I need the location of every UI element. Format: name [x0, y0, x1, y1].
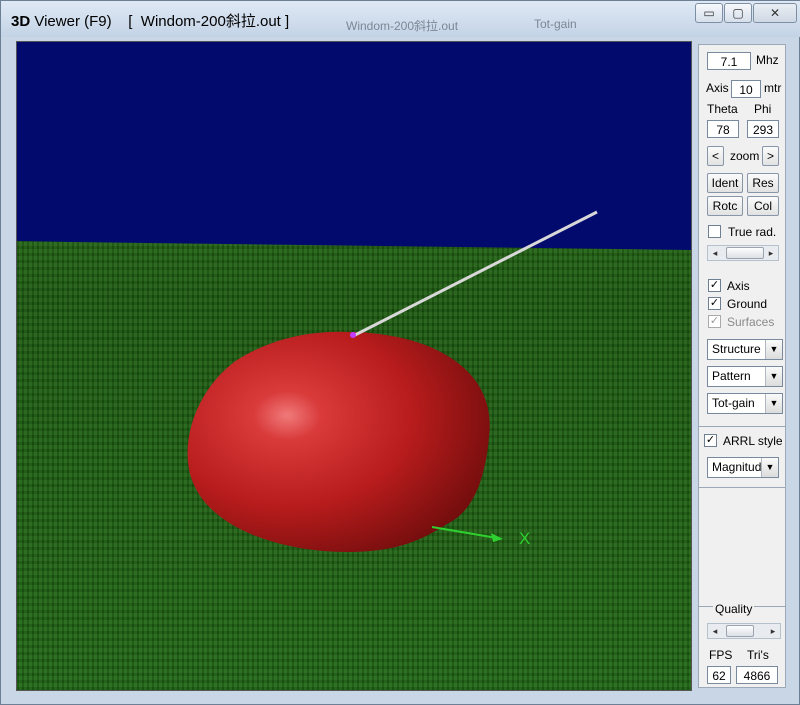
view-mode-value: Structure: [712, 342, 761, 356]
tris-label: Tri's: [747, 648, 769, 662]
axis-check-label: Axis: [727, 279, 750, 293]
res-button[interactable]: Res: [747, 173, 779, 193]
zoom-label: zoom: [730, 149, 760, 163]
ground-checkbox[interactable]: ✓: [708, 297, 721, 310]
true-rad-checkbox[interactable]: [708, 225, 721, 238]
pattern-value: Pattern: [712, 369, 751, 383]
scale-scrollbar[interactable]: ◂ ▸: [707, 245, 779, 261]
axis-length-field[interactable]: 10: [731, 80, 761, 98]
surfaces-checkbox: ✓: [708, 315, 721, 328]
tris-value: 4866: [736, 666, 778, 684]
frequency-field[interactable]: 7.1: [707, 52, 751, 70]
chevron-down-icon[interactable]: ▼: [765, 340, 782, 359]
background-window-ghost-text-2: Tot-gain: [534, 17, 577, 31]
chevron-down-icon[interactable]: ▼: [765, 367, 782, 386]
pattern-select[interactable]: Pattern ▼: [707, 366, 783, 387]
quality-thumb[interactable]: [726, 625, 754, 637]
fps-value: 62: [707, 666, 731, 684]
window-controls: ▭ ▢ ✕: [694, 3, 797, 23]
quality-right-arrow[interactable]: ▸: [766, 624, 780, 638]
arrl-style-checkbox[interactable]: ✓: [704, 434, 717, 447]
feed-point-marker: [350, 332, 356, 338]
axis-length-unit: mtr: [764, 81, 782, 95]
radiation-pattern: [187, 331, 490, 552]
scroll-left-arrow[interactable]: ◂: [708, 246, 722, 260]
quality-left-arrow[interactable]: ◂: [708, 624, 722, 638]
rotc-button[interactable]: Rotc: [707, 196, 743, 216]
window-title: 3D Viewer (F9) [ Windom-200斜拉.out ]: [11, 13, 290, 30]
theta-field[interactable]: 78: [707, 120, 739, 138]
antenna-wire: [352, 210, 598, 338]
true-rad-label: True rad.: [728, 225, 777, 239]
frequency-unit: Mhz: [756, 53, 779, 67]
arrl-style-label: ARRL style: [723, 434, 783, 448]
scene-svg: X: [187, 210, 598, 552]
close-button[interactable]: ✕: [753, 3, 797, 23]
gain-select[interactable]: Tot-gain ▼: [707, 393, 783, 414]
view-mode-select[interactable]: Structure ▼: [707, 339, 783, 360]
quality-slider[interactable]: ◂ ▸: [707, 623, 781, 639]
gain-value: Tot-gain: [712, 396, 755, 410]
phi-field[interactable]: 293: [747, 120, 779, 138]
magnitude-select[interactable]: Magnitude ▼: [707, 457, 779, 478]
3d-viewport[interactable]: X: [16, 41, 692, 691]
scroll-thumb[interactable]: [726, 247, 764, 259]
axis-length-label: Axis: [706, 81, 729, 95]
col-button[interactable]: Col: [747, 196, 779, 216]
surfaces-check-label: Surfaces: [727, 315, 775, 329]
magnitude-value: Magnitude: [712, 460, 769, 474]
viewer-window: 3D Viewer (F9) [ Windom-200斜拉.out ] Wind…: [0, 0, 800, 705]
fps-label: FPS: [709, 648, 733, 662]
maximize-button[interactable]: ▢: [724, 3, 752, 23]
zoom-out-button[interactable]: <: [707, 146, 724, 166]
ground-check-label: Ground: [727, 297, 768, 311]
quality-label: Quality: [713, 602, 755, 616]
minimize-button[interactable]: ▭: [695, 3, 723, 23]
axis-checkbox[interactable]: ✓: [708, 279, 721, 292]
ident-button[interactable]: Ident: [707, 173, 743, 193]
x-axis-label: X: [519, 529, 530, 548]
zoom-in-button[interactable]: >: [762, 146, 779, 166]
title-bar[interactable]: 3D Viewer (F9) [ Windom-200斜拉.out ] Wind…: [1, 1, 800, 37]
x-axis-line: [431, 526, 498, 539]
x-axis-arrowhead: [491, 533, 503, 542]
scroll-right-arrow[interactable]: ▸: [764, 246, 778, 260]
file-name: [ Windom-200斜拉.out ]: [128, 13, 290, 30]
background-window-ghost-text: Windom-200斜拉.out: [346, 19, 459, 33]
chevron-down-icon[interactable]: ▼: [761, 458, 778, 477]
phi-label: Phi: [754, 102, 772, 116]
theta-label: Theta: [707, 102, 738, 116]
chevron-down-icon[interactable]: ▼: [765, 394, 782, 413]
